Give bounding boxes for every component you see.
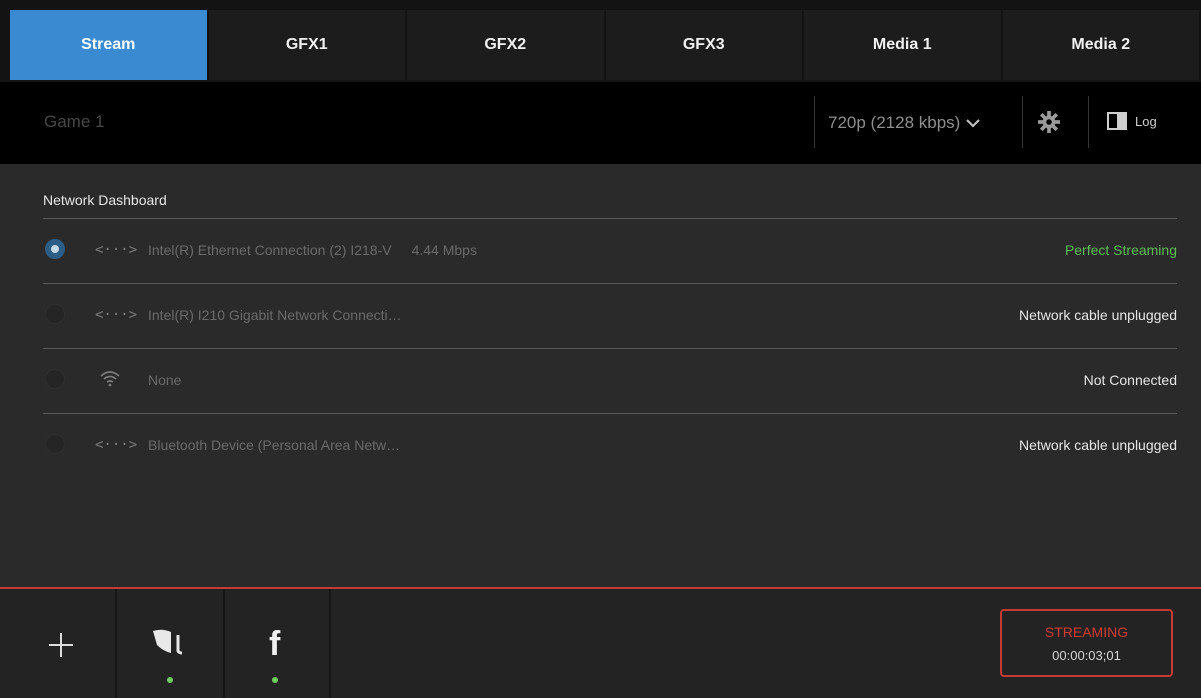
tab-media-2[interactable]: Media 2	[1002, 10, 1199, 80]
streaming-button[interactable]: STREAMING 00:00:03;01	[1000, 609, 1173, 677]
stream-title[interactable]: Game 1	[44, 112, 104, 132]
tab-gfx3[interactable]: GFX3	[605, 10, 802, 80]
divider	[1022, 96, 1023, 148]
network-name: Intel(R) I210 Gigabit Network Connecti…	[148, 307, 402, 323]
quality-dropdown[interactable]: 720p (2128 kbps)	[828, 113, 981, 133]
status-text: Not Connected	[1083, 372, 1177, 388]
network-row[interactable]: <···> Bluetooth Device (Personal Area Ne…	[43, 413, 1177, 478]
radio-button[interactable]	[45, 304, 65, 324]
network-name: None	[148, 372, 182, 388]
destination-wirecast[interactable]	[117, 589, 225, 698]
ethernet-icon: <···>	[95, 307, 138, 323]
destination-facebook[interactable]: f	[225, 589, 331, 698]
tab-media-1[interactable]: Media 1	[804, 10, 1001, 80]
status-dot	[167, 677, 173, 683]
ethernet-icon: <···>	[95, 437, 138, 453]
radio-button[interactable]	[45, 434, 65, 454]
network-row[interactable]: None Not Connected	[43, 348, 1177, 413]
section-title: Network Dashboard	[43, 192, 167, 208]
wirecast-icon	[153, 629, 183, 655]
network-name: Intel(R) Ethernet Connection (2) I218-V 4…	[148, 242, 477, 258]
network-row[interactable]: <···> Intel(R) Ethernet Connection (2) I…	[43, 218, 1177, 283]
tab-stream[interactable]: Stream	[10, 10, 207, 80]
status-text: Network cable unplugged	[1019, 307, 1177, 323]
ethernet-icon: <···>	[95, 242, 138, 258]
divider	[814, 96, 815, 148]
quality-value: 720p (2128 kbps)	[828, 113, 961, 132]
bitrate: 4.44 Mbps	[411, 242, 477, 258]
wifi-icon	[100, 371, 120, 387]
tab-gfx2[interactable]: GFX2	[407, 10, 604, 80]
network-row[interactable]: <···> Intel(R) I210 Gigabit Network Conn…	[43, 283, 1177, 348]
add-destination-button[interactable]	[0, 589, 117, 698]
status-text: Network cable unplugged	[1019, 437, 1177, 453]
divider	[1088, 96, 1089, 148]
app-window: Stream GFX1 GFX2 GFX3 Media 1 Media 2 Ga…	[0, 0, 1201, 698]
radio-button[interactable]	[45, 239, 65, 259]
panel-icon	[1107, 112, 1127, 130]
network-name: Bluetooth Device (Personal Area Netw…	[148, 437, 401, 453]
gear-icon[interactable]	[1038, 111, 1060, 133]
log-button[interactable]: Log	[1107, 112, 1157, 130]
facebook-icon: f	[269, 625, 281, 663]
plus-icon	[47, 633, 75, 661]
tab-gfx1[interactable]: GFX1	[208, 10, 405, 80]
chevron-down-icon	[966, 119, 981, 128]
streaming-label: STREAMING	[1044, 623, 1129, 640]
status-text: Perfect Streaming	[1064, 242, 1177, 258]
stream-toolbar: Game 1 720p (2128 kbps) Log	[0, 82, 1201, 164]
log-label: Log	[1135, 113, 1157, 129]
tab-bar: Stream GFX1 GFX2 GFX3 Media 1 Media 2	[0, 0, 1201, 82]
streaming-timer: 00:00:03;01	[1052, 647, 1121, 663]
status-dot	[272, 677, 278, 683]
destination-bar: f STREAMING 00:00:03;01	[0, 589, 1201, 698]
adapter-name: Intel(R) Ethernet Connection (2) I218-V	[148, 242, 392, 258]
radio-button[interactable]	[45, 369, 65, 389]
